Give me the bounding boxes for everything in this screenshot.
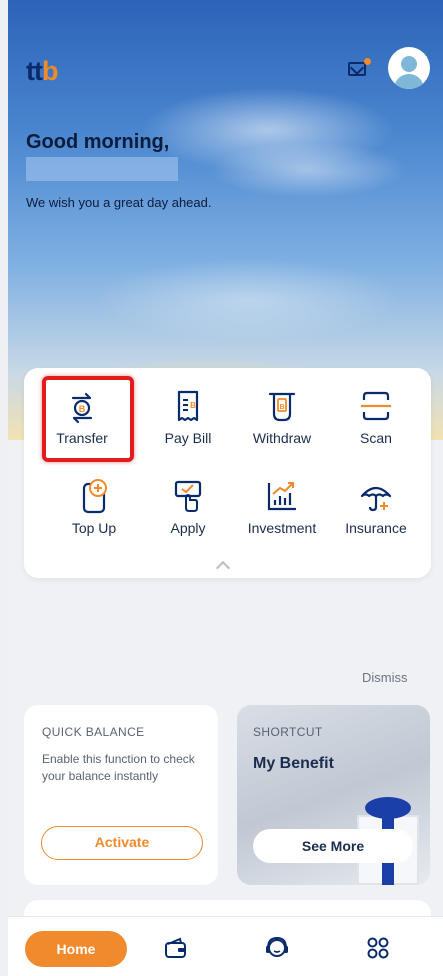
greeting-text: Good morning, <box>26 131 170 153</box>
shortcut-title: SHORTCUT <box>253 725 323 739</box>
apply-icon <box>174 480 202 512</box>
bottom-nav: Home <box>8 916 443 976</box>
menu-label-withdraw: Withdraw <box>252 430 312 446</box>
menu-label-investment: Investment <box>247 520 317 536</box>
top-up-icon <box>82 479 107 514</box>
menu-label-insurance: Insurance <box>345 520 407 536</box>
menu-item-apply[interactable]: Apply <box>140 478 236 558</box>
notification-dot <box>364 58 371 65</box>
menu-label-apply: Apply <box>170 520 206 536</box>
phone-screen: ttb Good morning, We wish you a great da… <box>8 0 443 976</box>
menu-item-withdraw[interactable]: B Withdraw <box>234 388 330 468</box>
withdraw-icon: B <box>268 392 296 422</box>
avatar-body <box>394 74 424 89</box>
greeting-subtitle: We wish you a great day ahead. <box>26 195 212 210</box>
apps-grid-icon[interactable] <box>365 935 391 961</box>
inbox-icon[interactable] <box>348 62 366 76</box>
shortcut-heading: My Benefit <box>253 755 334 772</box>
quick-balance-title: QUICK BALANCE <box>42 725 145 739</box>
quick-balance-description: Enable this function to check your balan… <box>42 752 195 783</box>
activate-button[interactable]: Activate <box>41 826 203 860</box>
shortcut-card: SHORTCUT My Benefit See More <box>237 705 430 885</box>
menu-label-pay-bill: Pay Bill <box>164 430 212 446</box>
dismiss-link[interactable]: Dismiss <box>362 670 408 685</box>
transfer-highlight-box <box>42 376 134 462</box>
wallet-icon[interactable] <box>163 935 189 961</box>
menu-item-investment[interactable]: Investment <box>234 478 330 558</box>
menu-item-pay-bill[interactable]: B Pay Bill <box>140 388 236 468</box>
menu-label-top-up: Top Up <box>71 520 117 536</box>
svg-text:B: B <box>190 401 196 410</box>
home-tab[interactable]: Home <box>25 931 127 967</box>
scan-icon <box>361 391 391 421</box>
svg-text:B: B <box>279 404 284 411</box>
menu-item-insurance[interactable]: Insurance <box>328 478 424 558</box>
profile-avatar[interactable] <box>388 47 430 89</box>
menu-label-scan: Scan <box>360 430 392 446</box>
quick-balance-card: QUICK BALANCE Enable this function to ch… <box>24 705 218 885</box>
support-agent-icon[interactable] <box>264 935 290 961</box>
menu-item-scan[interactable]: Scan <box>328 388 424 468</box>
pay-bill-icon: B <box>177 390 199 422</box>
avatar-head <box>401 56 417 72</box>
user-name-redacted <box>26 157 178 181</box>
gift-bow <box>365 797 411 819</box>
insurance-icon <box>360 486 392 512</box>
ttb-logo: ttb <box>26 56 58 86</box>
investment-icon <box>267 482 296 511</box>
see-more-button[interactable]: See More <box>253 829 413 863</box>
menu-item-top-up[interactable]: Top Up <box>46 478 142 558</box>
